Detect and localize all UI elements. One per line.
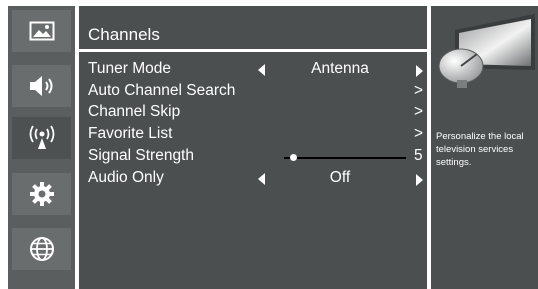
- tv-menu: Channels Tuner Mode Antenna Auto Channel…: [8, 6, 538, 289]
- help-panel: Personalize the local television service…: [431, 6, 538, 289]
- sidebar-item-settings[interactable]: [12, 173, 71, 215]
- sidebar-item-channels[interactable]: [12, 117, 71, 159]
- sidebar-item-network[interactable]: [12, 228, 71, 270]
- menu-item-favorite-list[interactable]: Favorite List >: [88, 125, 424, 146]
- broadcast-icon: [27, 125, 57, 151]
- sidebar-item-audio[interactable]: [12, 65, 71, 107]
- satellite-dish-icon: [433, 12, 537, 99]
- menu-item-label: Auto Channel Search: [88, 82, 236, 99]
- menu-item-label: Favorite List: [88, 125, 173, 142]
- menu-item-signal-strength: Signal Strength 5: [88, 147, 424, 168]
- help-text: Personalize the local television service…: [436, 131, 524, 168]
- signal-strength-indicator: [290, 154, 298, 161]
- menu-item-label: Tuner Mode: [88, 60, 171, 77]
- globe-icon: [29, 236, 55, 262]
- menu-item-auto-channel-search[interactable]: Auto Channel Search >: [88, 82, 424, 103]
- title-divider: [79, 49, 427, 52]
- audio-only-value: Off: [329, 169, 351, 186]
- chevron-right-icon: >: [414, 103, 424, 120]
- menu-item-tuner-mode[interactable]: Tuner Mode Antenna: [88, 60, 424, 81]
- signal-strength-value: 5: [414, 147, 423, 164]
- arrow-right-icon[interactable]: [416, 174, 423, 186]
- menu-item-label: Signal Strength: [88, 147, 194, 164]
- arrow-left-icon[interactable]: [258, 173, 265, 185]
- speaker-icon: [27, 74, 57, 98]
- signal-strength-bar: [284, 157, 406, 159]
- menu-item-label: Channel Skip: [88, 103, 181, 120]
- sidebar: [8, 6, 75, 289]
- page-title: Channels: [88, 25, 160, 44]
- menu-item-audio-only[interactable]: Audio Only Off: [88, 169, 424, 190]
- sidebar-item-picture[interactable]: [12, 10, 71, 52]
- arrow-right-icon[interactable]: [416, 65, 423, 77]
- chevron-right-icon: >: [414, 125, 424, 142]
- gear-icon: [29, 181, 55, 207]
- picture-icon: [29, 21, 55, 41]
- chevron-right-icon: >: [414, 82, 424, 99]
- menu-item-channel-skip[interactable]: Channel Skip >: [88, 103, 424, 124]
- menu-item-label: Audio Only: [88, 169, 164, 186]
- arrow-left-icon[interactable]: [258, 64, 265, 76]
- channels-panel: Channels Tuner Mode Antenna Auto Channel…: [79, 6, 427, 289]
- tuner-mode-value: Antenna: [311, 60, 369, 77]
